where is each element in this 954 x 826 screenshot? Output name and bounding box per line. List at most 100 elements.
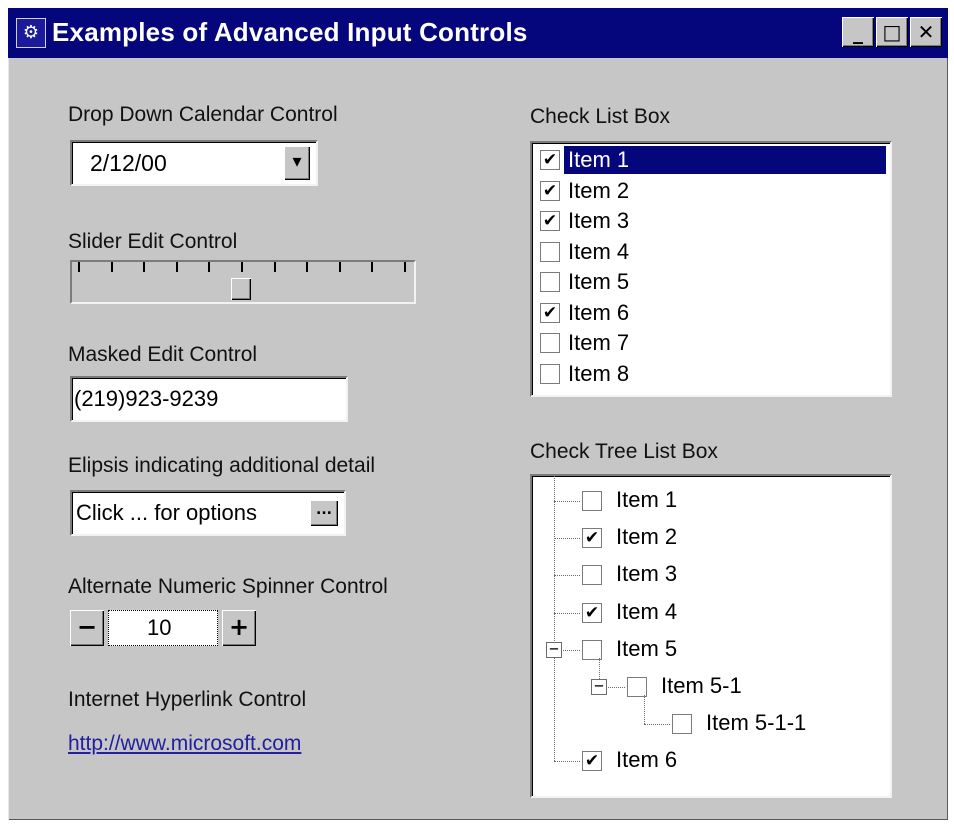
tree-connector xyxy=(554,476,555,762)
tree-connector xyxy=(554,538,580,540)
tree-item[interactable]: Item 1 xyxy=(532,486,890,516)
checklist-item-label: Item 8 xyxy=(568,360,630,386)
spinner-label: Alternate Numeric Spinner Control xyxy=(68,575,388,598)
dialog-window: ⚙ Examples of Advanced Input Controls _ … xyxy=(8,8,948,820)
window-title: Examples of Advanced Input Controls xyxy=(52,17,528,47)
checklist-item[interactable]: Item 8 xyxy=(532,359,890,389)
slider-tick xyxy=(78,262,80,272)
ellipsis-value: Click ... for options xyxy=(76,500,257,525)
masked-edit-label: Masked Edit Control xyxy=(68,343,258,366)
tree-item-label: Item 5-1-1 xyxy=(706,710,807,736)
collapse-icon[interactable]: − xyxy=(546,640,562,658)
chevron-down-icon: ▾ xyxy=(292,151,302,172)
slider-track[interactable] xyxy=(70,260,416,304)
spinner-increment-button[interactable]: + xyxy=(222,610,256,646)
checkbox-checked[interactable]: ✔ xyxy=(540,302,560,323)
minimize-button[interactable]: _ xyxy=(842,17,874,47)
checklist-item[interactable]: Item 5 xyxy=(532,267,890,297)
hyperlink[interactable]: http://www.microsoft.com xyxy=(68,732,301,756)
tree-connector xyxy=(554,575,580,577)
tree-connector xyxy=(554,761,580,763)
checktree-label: Check Tree List Box xyxy=(530,440,718,463)
checklist-label: Check List Box xyxy=(530,105,671,128)
slider-tick xyxy=(208,262,211,272)
tree-item-label: Item 5-1 xyxy=(661,673,742,698)
tree-connector xyxy=(554,612,580,614)
slider-tick xyxy=(371,262,374,272)
checkbox-unchecked[interactable] xyxy=(672,714,692,735)
slider-tick xyxy=(338,262,341,272)
tree-item-label: Item 3 xyxy=(616,561,678,587)
title-bar[interactable]: ⚙ Examples of Advanced Input Controls _ … xyxy=(8,8,948,58)
tree-item[interactable]: Item 5 xyxy=(532,635,890,665)
tree-item[interactable]: Item 5-1 xyxy=(532,672,890,702)
checklist-item-label: Item 6 xyxy=(568,299,630,325)
spinner-value: 10 xyxy=(147,615,172,640)
spinner-decrement-button[interactable]: − xyxy=(70,610,104,646)
ellipsis-label: Elipsis indicating additional detail xyxy=(68,454,376,477)
tree-item-label: Item 2 xyxy=(616,524,678,550)
slider-tick xyxy=(404,262,406,272)
checklist-item[interactable]: Item 4 xyxy=(532,237,890,267)
checkbox-checked[interactable]: ✔ xyxy=(540,150,560,170)
checkbox-unchecked[interactable] xyxy=(582,639,602,660)
checkbox-checked[interactable]: ✔ xyxy=(540,180,560,201)
slider-tick xyxy=(273,262,276,272)
checklist-item[interactable]: ✔ Item 6 xyxy=(532,298,890,328)
checklist-item[interactable]: Item 7 xyxy=(532,328,890,358)
checkbox-unchecked[interactable] xyxy=(540,241,560,262)
calendar-label: Drop Down Calendar Control xyxy=(68,103,338,126)
tree-item[interactable]: ✔ Item 4 xyxy=(532,598,890,628)
ellipsis-button[interactable]: ... xyxy=(310,500,338,526)
checklist-item[interactable]: ✔ Item 1 xyxy=(532,145,890,175)
tree-connector xyxy=(554,501,580,502)
tree-item[interactable]: Item 5-1-1 xyxy=(532,709,890,739)
ellipsis-field[interactable]: Click ... for options ... xyxy=(70,490,346,536)
checkbox-unchecked[interactable] xyxy=(540,363,560,384)
checkbox-checked[interactable]: ✔ xyxy=(582,751,602,772)
tree-item-label: Item 5 xyxy=(616,635,678,661)
checklist-item-label: Item 5 xyxy=(568,269,630,294)
slider-tick xyxy=(306,262,309,272)
calendar-value: 2/12/00 xyxy=(90,150,167,176)
tree-item[interactable]: ✔ Item 6 xyxy=(532,746,890,776)
hyperlink-label: Internet Hyperlink Control xyxy=(68,688,307,711)
masked-edit-input[interactable]: (219)923-9239 xyxy=(70,376,348,422)
tree-item[interactable]: ✔ Item 2 xyxy=(532,523,890,553)
slider-thumb[interactable] xyxy=(231,278,251,300)
maximize-button[interactable]: □ xyxy=(876,17,908,47)
tree-connector xyxy=(644,695,645,725)
slider-tick xyxy=(143,262,146,272)
checkbox-checked[interactable]: ✔ xyxy=(582,528,602,549)
masked-edit-value: (219)923-9239 xyxy=(74,386,219,411)
checkbox-checked[interactable]: ✔ xyxy=(540,211,560,231)
checkbox-unchecked[interactable] xyxy=(627,677,647,697)
spinner-input[interactable]: 10 xyxy=(108,610,218,646)
slider-tick xyxy=(110,262,113,272)
slider-tick xyxy=(175,262,178,272)
checklist-item-label: Item 1 xyxy=(568,147,630,172)
tree-item[interactable]: Item 3 xyxy=(532,560,890,590)
slider-label: Slider Edit Control xyxy=(68,230,238,253)
checklist-item-label: Item 2 xyxy=(568,177,630,203)
close-button[interactable]: ✕ xyxy=(910,17,942,47)
checkbox-unchecked[interactable] xyxy=(582,491,602,511)
tree-item-label: Item 4 xyxy=(616,598,678,624)
check-list-box[interactable]: ✔ Item 1 ✔ Item 2 ✔ Item 3 Item 4 Item 5 ✔ Item 6… xyxy=(530,141,892,397)
checklist-item[interactable]: ✔ Item 2 xyxy=(532,176,890,206)
checklist-item-label: Item 3 xyxy=(568,208,630,233)
checklist-item-label: Item 4 xyxy=(568,238,630,264)
check-tree-list-box[interactable]: Item 1 ✔ Item 2 Item 3 ✔ Item 4 Item 5 Item 5-1… xyxy=(530,474,892,798)
tree-connector xyxy=(644,724,670,726)
calendar-combo[interactable]: 2/12/00 ▾ xyxy=(70,140,318,186)
collapse-icon[interactable]: − xyxy=(591,678,607,695)
slider-tick xyxy=(241,262,243,272)
calendar-dropdown-button[interactable]: ▾ xyxy=(284,146,310,180)
app-icon[interactable]: ⚙ xyxy=(16,18,46,48)
checkbox-unchecked[interactable] xyxy=(540,272,560,292)
checkbox-unchecked[interactable] xyxy=(582,565,602,586)
checkbox-unchecked[interactable] xyxy=(540,333,560,353)
checkbox-checked[interactable]: ✔ xyxy=(582,602,602,623)
checklist-item[interactable]: ✔ Item 3 xyxy=(532,206,890,236)
tree-item-label: Item 6 xyxy=(616,747,678,773)
